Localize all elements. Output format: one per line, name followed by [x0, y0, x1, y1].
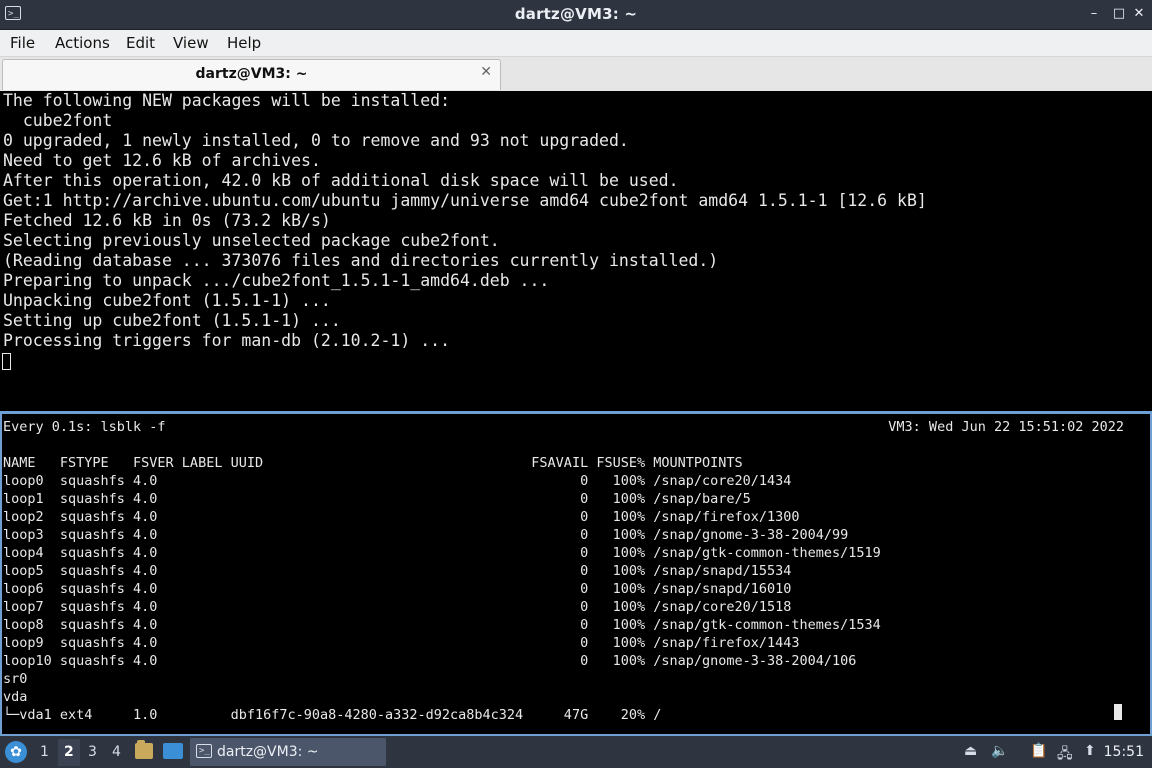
tab-terminal[interactable]: dartz@VM3: ~ ✕ — [2, 59, 501, 90]
taskbar-task-label: dartz@VM3: ~ — [217, 744, 319, 760]
volume-icon[interactable]: 🔈 — [991, 743, 1008, 759]
maximize-button[interactable]: □ — [1111, 5, 1127, 23]
terminal-pane-top[interactable]: The following NEW packages will be insta… — [0, 91, 1152, 411]
terminal-line: Selecting previously unselected package … — [3, 231, 500, 250]
taskbar-task-terminal[interactable]: >_ dartz@VM3: ~ — [190, 738, 386, 766]
show-desktop-icon[interactable] — [163, 743, 183, 759]
lsblk-row: loop10 squashfs 4.0 0 100% /snap/gnome-3… — [3, 653, 857, 669]
terminal-task-icon: >_ — [196, 744, 212, 758]
watch-header-timestamp: VM3: Wed Jun 22 15:51:02 2022 — [888, 419, 1124, 435]
lsblk-row: loop5 squashfs 4.0 0 100% /snap/snapd/15… — [3, 563, 792, 579]
minimize-button[interactable]: – — [1086, 5, 1102, 23]
clipboard-icon[interactable]: 📋 — [1030, 743, 1047, 759]
lsblk-row: loop0 squashfs 4.0 0 100% /snap/core20/1… — [3, 473, 792, 489]
terminal-line: Get:1 http://archive.ubuntu.com/ubuntu j… — [3, 191, 927, 210]
update-icon[interactable]: ⬆ — [1084, 743, 1096, 759]
lsblk-row: loop4 squashfs 4.0 0 100% /snap/gtk-comm… — [3, 545, 881, 561]
lsblk-row: loop2 squashfs 4.0 0 100% /snap/firefox/… — [3, 509, 800, 525]
file-manager-icon[interactable] — [135, 740, 153, 759]
lsblk-row: loop8 squashfs 4.0 0 100% /snap/gtk-comm… — [3, 617, 881, 633]
lsblk-row: sr0 — [3, 671, 28, 687]
lsblk-row: loop3 squashfs 4.0 0 100% /snap/gnome-3-… — [3, 527, 849, 543]
terminal-line: Processing triggers for man-db (2.10.2-1… — [3, 331, 451, 350]
lsblk-row: loop6 squashfs 4.0 0 100% /snap/snapd/16… — [3, 581, 792, 597]
lsblk-header: NAME FSTYPE FSVER LABEL UUID FSAVAIL FSU… — [3, 455, 743, 471]
terminal-cursor — [2, 353, 11, 370]
terminal-line: The following NEW packages will be insta… — [3, 91, 451, 110]
close-button[interactable]: ✕ — [1131, 5, 1147, 23]
workspace-2[interactable]: 2 — [64, 744, 74, 760]
lsblk-row: └─vda1 ext4 1.0 dbf16f7c-90a8-4280-a332-… — [3, 707, 662, 723]
menu-edit[interactable]: Edit — [126, 34, 155, 52]
workspace-1[interactable]: 1 — [40, 744, 49, 760]
terminal-cursor — [1114, 704, 1122, 720]
window-titlebar[interactable]: >_ dartz@VM3: ~ – □ ✕ — [0, 0, 1152, 30]
terminal-line: Preparing to unpack .../cube2font_1.5.1-… — [3, 271, 550, 290]
lsblk-row: vda — [3, 689, 28, 705]
terminal-line: Unpacking cube2font (1.5.1-1) ... — [3, 291, 331, 310]
eject-icon[interactable]: ⏏ — [964, 743, 977, 759]
terminal-line: After this operation, 42.0 kB of additio… — [3, 171, 679, 190]
terminal-line: cube2font — [3, 111, 113, 130]
workspace-4[interactable]: 4 — [112, 744, 121, 760]
terminal-line: Setting up cube2font (1.5.1-1) ... — [3, 311, 341, 330]
watch-header-command: Every 0.1s: lsblk -f — [3, 419, 166, 435]
lsblk-row: loop1 squashfs 4.0 0 100% /snap/bare/5 — [3, 491, 751, 507]
menu-actions[interactable]: Actions — [55, 34, 110, 52]
menu-file[interactable]: File — [10, 34, 35, 52]
taskbar: ✿ 1 2 3 4 >_ dartz@VM3: ~ ⏏ 🔈 📋 🖧 ⬆ 15:5… — [0, 736, 1152, 768]
terminal-line: (Reading database ... 373076 files and d… — [3, 251, 719, 270]
menu-bar: File Actions Edit View Help — [0, 30, 1152, 57]
network-icon[interactable]: 🖧 — [1057, 743, 1073, 767]
terminal-line: 0 upgraded, 1 newly installed, 0 to remo… — [3, 131, 629, 150]
terminal-line: Need to get 12.6 kB of archives. — [3, 151, 321, 170]
lsblk-row: loop7 squashfs 4.0 0 100% /snap/core20/1… — [3, 599, 792, 615]
tab-bar: dartz@VM3: ~ ✕ — [0, 57, 1152, 91]
menu-help[interactable]: Help — [227, 34, 261, 52]
start-menu-icon[interactable]: ✿ — [5, 741, 27, 763]
lsblk-row: loop9 squashfs 4.0 0 100% /snap/firefox/… — [3, 635, 800, 651]
terminal-line: Fetched 12.6 kB in 0s (73.2 kB/s) — [3, 211, 331, 230]
menu-view[interactable]: View — [173, 34, 209, 52]
clock[interactable]: 15:51 — [1104, 744, 1144, 760]
tab-close-icon[interactable]: ✕ — [480, 64, 492, 80]
tab-label: dartz@VM3: ~ — [195, 66, 308, 82]
workspace-3[interactable]: 3 — [88, 744, 97, 760]
terminal-pane-bottom[interactable]: Every 0.1s: lsblk -f VM3: Wed Jun 22 15:… — [0, 414, 1152, 734]
window-title: dartz@VM3: ~ — [514, 5, 638, 23]
